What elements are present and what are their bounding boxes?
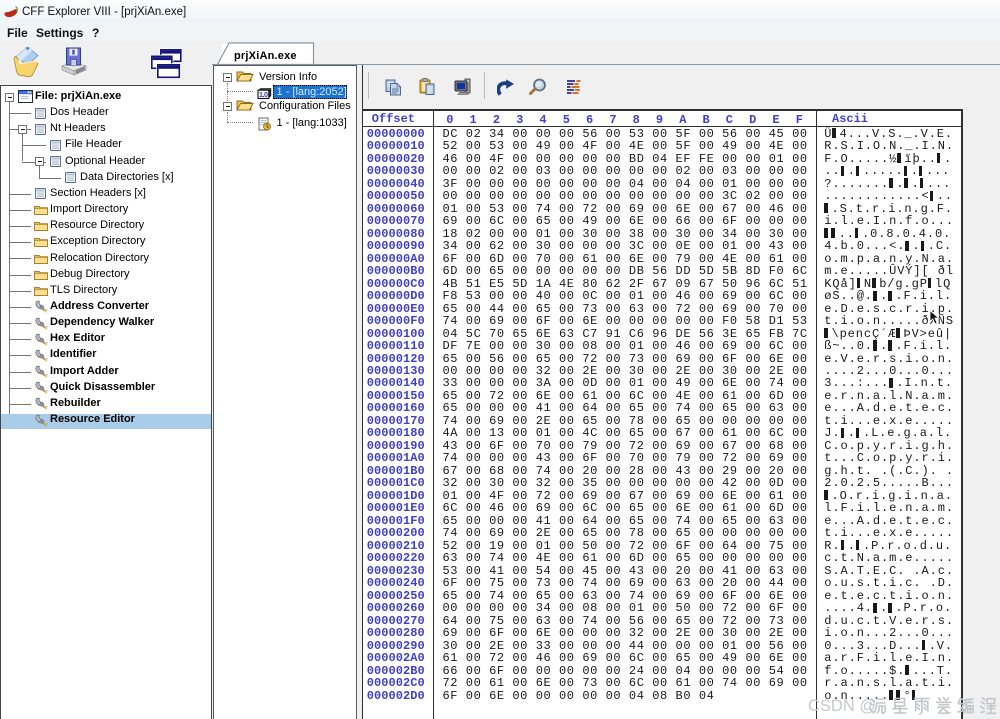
svg-text:1.0: 1.0 bbox=[259, 90, 268, 99]
